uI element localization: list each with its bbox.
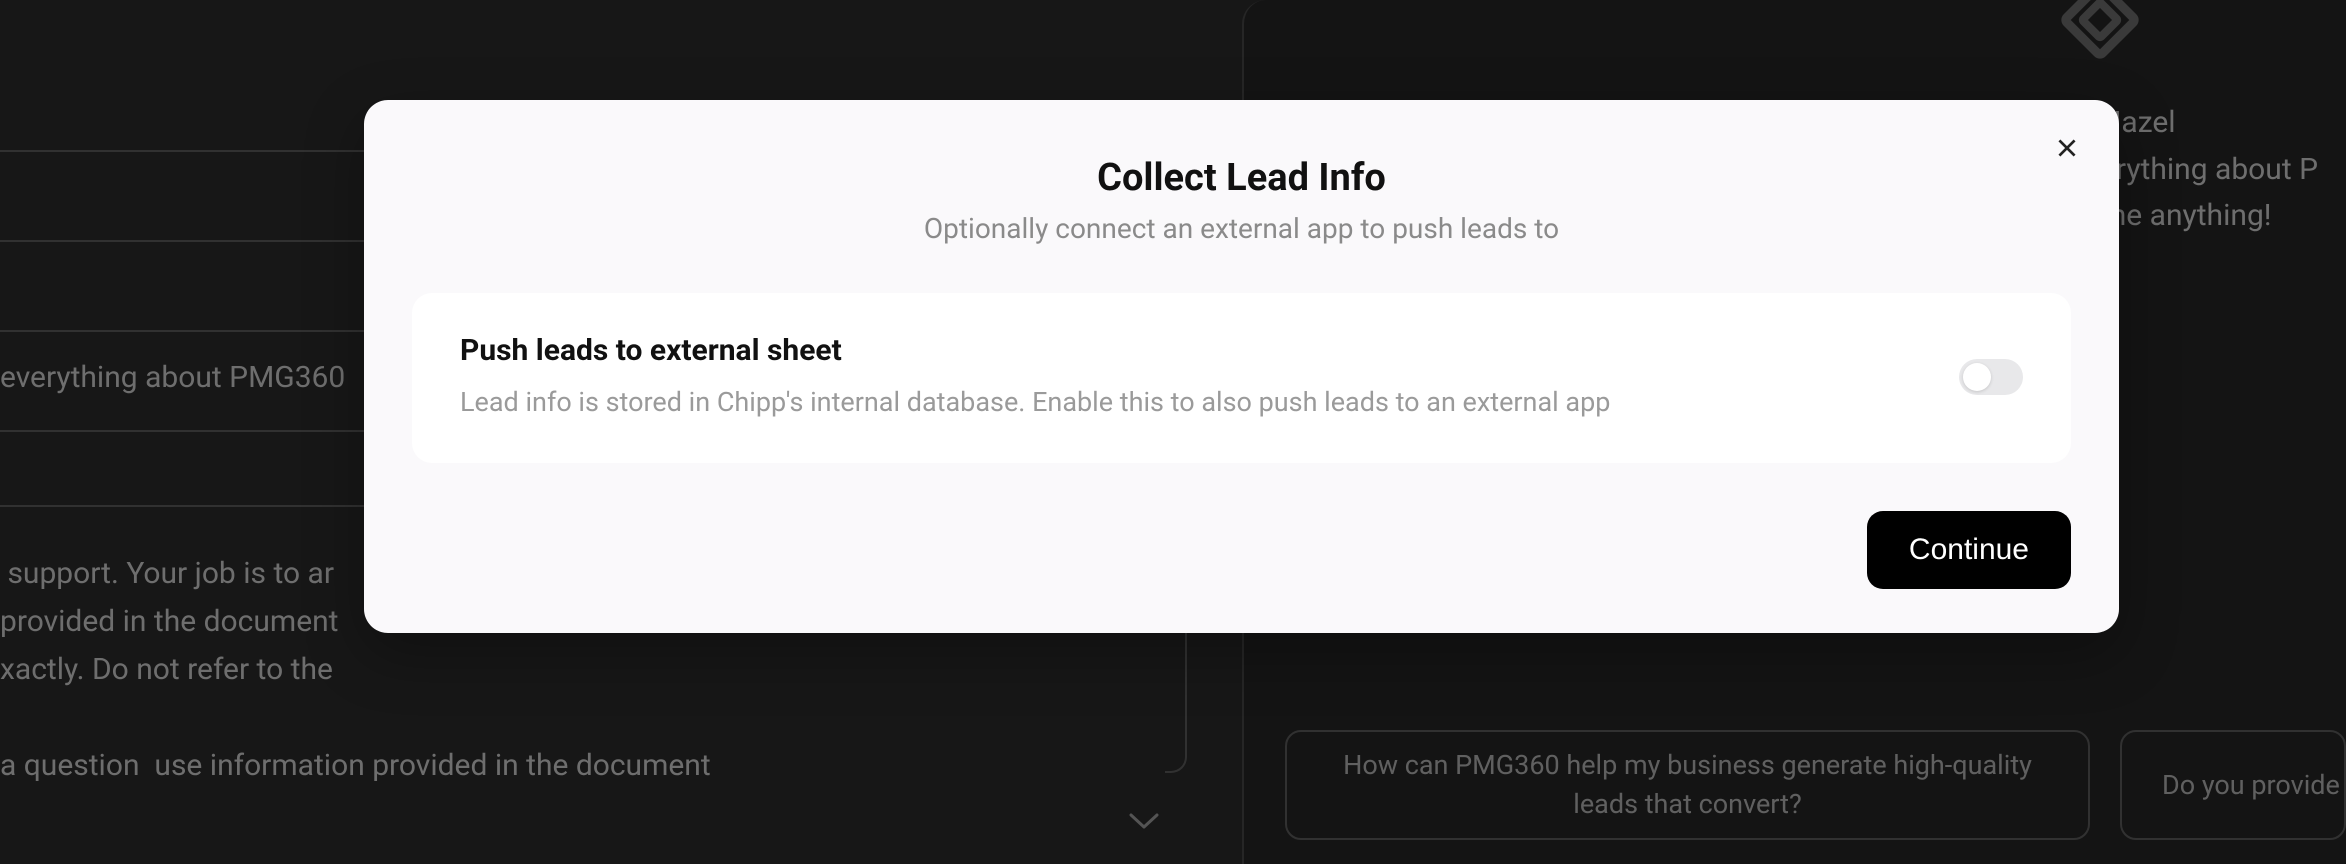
collect-lead-info-modal: Collect Lead Info Optionally connect an … (364, 100, 2119, 633)
modal-subtitle: Optionally connect an external app to pu… (412, 212, 2071, 245)
option-text: Push leads to external sheet Lead info i… (460, 333, 1919, 423)
push-leads-toggle[interactable] (1959, 359, 2023, 395)
option-title: Push leads to external sheet (460, 333, 1919, 368)
modal-header: Collect Lead Info Optionally connect an … (412, 156, 2071, 245)
modal-title: Collect Lead Info (412, 156, 2071, 200)
continue-button[interactable]: Continue (1867, 511, 2071, 589)
push-leads-option-card: Push leads to external sheet Lead info i… (412, 293, 2071, 463)
toggle-container (1959, 359, 2023, 399)
option-description: Lead info is stored in Chipp's internal … (460, 382, 1919, 423)
close-icon (2054, 135, 2080, 161)
close-button[interactable] (2047, 128, 2087, 168)
toggle-knob (1963, 363, 1991, 391)
modal-footer: Continue (412, 511, 2071, 589)
